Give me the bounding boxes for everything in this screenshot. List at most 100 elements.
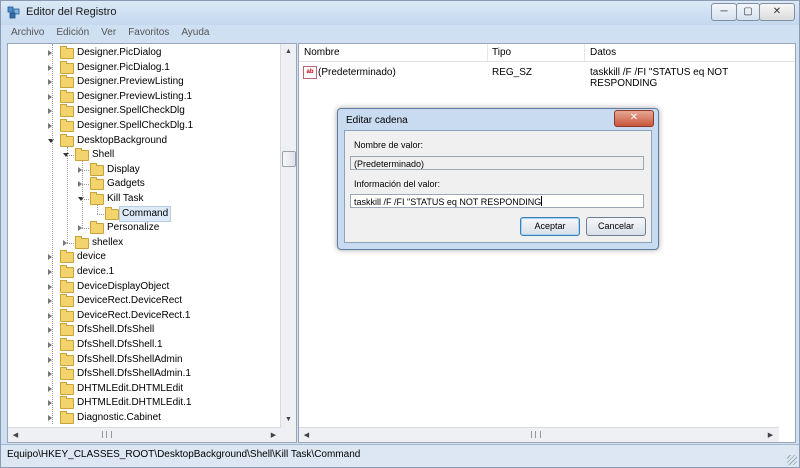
- menu-ayuda[interactable]: Ayuda: [177, 25, 209, 41]
- tree-item[interactable]: Designer.SpellCheckDlg: [8, 104, 278, 118]
- menu-favoritos[interactable]: Favoritos: [124, 25, 169, 41]
- tree-item[interactable]: DeviceRect.DeviceRect.1: [8, 308, 278, 323]
- registry-tree-pane[interactable]: Designer.PicDialog Designer.PicDialog.1 De…: [7, 43, 297, 443]
- minimize-icon: ─: [720, 6, 728, 17]
- tree-item-label: Command: [118, 205, 172, 222]
- tree-item[interactable]: Diagnostic.Cabinet: [8, 411, 278, 425]
- folder-icon: [60, 338, 74, 351]
- tree-connector-line: [67, 242, 74, 244]
- folder-icon: [60, 75, 74, 89]
- folder-icon: [60, 367, 74, 381]
- column-type[interactable]: Tipo: [492, 47, 511, 58]
- scroll-up-arrow-icon[interactable]: ▲: [281, 44, 296, 59]
- tree-item[interactable]: DfsShell.DfsShellAdmin.1: [8, 367, 278, 381]
- scroll-left-arrow-icon[interactable]: ◀: [299, 428, 314, 442]
- tree-item[interactable]: DesktopBackground: [8, 133, 278, 148]
- tree-item[interactable]: Designer.SpellCheckDlg.1: [8, 119, 278, 133]
- tree-item[interactable]: DHTMLEdit.DHTMLEdit.1: [8, 396, 278, 410]
- tree-connector-line: [67, 146, 68, 243]
- tree-item[interactable]: Designer.PicDialog: [8, 46, 278, 60]
- scroll-thumb[interactable]: [282, 150, 296, 167]
- menu-ver[interactable]: Ver: [97, 25, 116, 41]
- scroll-right-arrow-icon[interactable]: ▶: [763, 428, 778, 442]
- value-data-input[interactable]: taskkill /F /FI "STATUS eq NOT RESPONDIN…: [350, 194, 644, 208]
- tree-item-label: Designer.SpellCheckDlg.1: [77, 120, 194, 131]
- scroll-right-arrow-icon[interactable]: ▶: [266, 428, 281, 442]
- tree-item-label: Display: [107, 163, 140, 175]
- tree-item-label: device: [77, 251, 106, 263]
- tree-item[interactable]: DeviceRect.DeviceRect: [8, 294, 278, 308]
- tree-item-label: Designer.PicDialog: [77, 47, 162, 58]
- column-name[interactable]: Nombre: [304, 47, 340, 58]
- folder-icon: [60, 119, 74, 132]
- scroll-grip-icon[interactable]: [531, 431, 541, 438]
- column-separator[interactable]: [487, 44, 488, 61]
- column-data[interactable]: Datos: [590, 47, 616, 58]
- tree-vertical-scrollbar[interactable]: ▲ ▼: [280, 44, 296, 442]
- tree-item[interactable]: Shell: [8, 148, 278, 162]
- folder-icon: [60, 381, 74, 395]
- menu-edicion[interactable]: Edición: [52, 25, 89, 41]
- tree-item[interactable]: DeviceDisplayObject: [8, 279, 278, 294]
- close-button[interactable]: ✕: [759, 3, 795, 21]
- collapse-arrow-icon[interactable]: [48, 138, 54, 143]
- tree-connector-line: [67, 155, 74, 157]
- edit-string-dialog: Editar cadena ✕ Nombre de valor: (Predet…: [337, 108, 659, 250]
- tree-item[interactable]: Command: [8, 205, 278, 222]
- tree-item-label: DfsShell.DfsShellAdmin: [77, 353, 183, 365]
- tree-horizontal-scrollbar[interactable]: ◀ ▶: [8, 427, 281, 442]
- string-value-icon: ab: [303, 66, 317, 79]
- resize-grip-icon[interactable]: [787, 455, 797, 465]
- menu-archivo[interactable]: Archivo: [7, 25, 44, 41]
- folder-icon: [60, 133, 74, 147]
- folder-icon: [60, 411, 74, 424]
- tree-item[interactable]: Designer.PicDialog.1: [8, 60, 278, 75]
- tree-connector-line: [97, 205, 98, 214]
- tree-item-label: Gadgets: [107, 178, 145, 190]
- ok-button[interactable]: Aceptar: [520, 217, 580, 236]
- tree-item[interactable]: Gadgets: [8, 177, 278, 191]
- tree-item[interactable]: Display: [8, 162, 278, 177]
- cancel-button[interactable]: Cancelar: [586, 217, 646, 236]
- folder-icon: [90, 177, 104, 191]
- tree-item-label: Designer.PreviewListing: [77, 76, 184, 88]
- tree-item-label: shellex: [92, 236, 124, 248]
- tree-item[interactable]: Designer.PreviewListing.1: [8, 89, 278, 104]
- scroll-left-arrow-icon[interactable]: ◀: [8, 428, 23, 442]
- title-bar[interactable]: Editor del Registro ─ ▢ ✕: [1, 1, 799, 25]
- maximize-button[interactable]: ▢: [736, 3, 760, 21]
- value-data-label: Información del valor:: [354, 179, 441, 189]
- value-name-field: (Predeterminado): [350, 156, 644, 170]
- folder-icon: [60, 89, 74, 103]
- tree-item[interactable]: DHTMLEdit.DHTMLEdit: [8, 381, 278, 396]
- tree-item[interactable]: shellex: [8, 235, 278, 250]
- tree-item-label: DeviceRect.DeviceRect.1: [77, 309, 191, 321]
- tree-item[interactable]: Designer.PreviewListing: [8, 75, 278, 89]
- values-horizontal-scrollbar[interactable]: ◀ ▶: [299, 427, 779, 442]
- minimize-button[interactable]: ─: [711, 3, 737, 21]
- folder-icon: [90, 162, 104, 176]
- tree-item[interactable]: Kill Task: [8, 192, 278, 206]
- tree-item-label: device.1: [77, 266, 115, 277]
- tree-item[interactable]: DfsShell.DfsShell: [8, 323, 278, 337]
- tree-item[interactable]: DfsShell.DfsShell.1: [8, 338, 278, 352]
- dialog-close-button[interactable]: ✕: [614, 110, 654, 127]
- status-path: Equipo\HKEY_CLASSES_ROOT\DesktopBackgrou…: [7, 449, 361, 460]
- scroll-grip-icon[interactable]: [102, 431, 112, 438]
- folder-icon: [105, 206, 119, 220]
- tree-item[interactable]: device.1: [8, 265, 278, 279]
- column-separator[interactable]: [584, 44, 585, 61]
- text-caret: [541, 196, 543, 206]
- tree-item-label: DfsShell.DfsShell: [77, 324, 155, 336]
- tree-item[interactable]: DfsShell.DfsShellAdmin: [8, 352, 278, 367]
- tree-item-label: DHTMLEdit.DHTMLEdit.1: [77, 397, 192, 409]
- tree-item[interactable]: Personalize: [8, 221, 278, 235]
- folder-icon: [60, 60, 74, 74]
- folder-icon: [60, 250, 74, 264]
- folder-icon: [90, 221, 104, 235]
- folder-icon: [60, 265, 74, 278]
- scroll-down-arrow-icon[interactable]: ▼: [281, 412, 296, 427]
- tree-item-label: DesktopBackground: [77, 134, 168, 146]
- folder-icon: [60, 396, 74, 410]
- tree-item[interactable]: device: [8, 250, 278, 264]
